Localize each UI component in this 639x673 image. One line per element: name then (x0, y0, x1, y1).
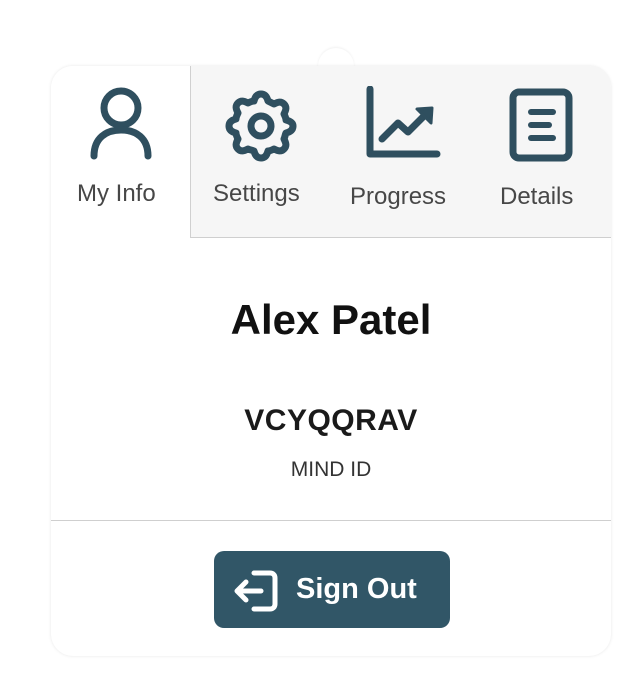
tab-my-info[interactable]: My Info (51, 66, 191, 238)
tab-settings[interactable]: Settings (191, 66, 331, 238)
chart-trend-icon (366, 86, 441, 158)
tab-my-info-label: My Info (77, 180, 156, 207)
user-icon (90, 87, 152, 160)
tab-progress-label: Progress (350, 183, 447, 210)
gear-icon (225, 90, 297, 162)
tab-settings-label: Settings (213, 180, 300, 207)
popover-arrow (318, 48, 354, 68)
tab-details-label: Details (500, 183, 574, 210)
divider (51, 520, 611, 521)
tab-progress[interactable]: Progress (331, 66, 471, 238)
sign-out-button[interactable]: Sign Out (214, 551, 450, 628)
tab-details[interactable]: Details (471, 66, 611, 238)
user-name: Alex Patel (230, 296, 432, 343)
sign-out-label: Sign Out (296, 573, 417, 605)
mind-id-label: MIND ID (290, 458, 372, 481)
sign-out-icon (234, 570, 278, 612)
mind-id-value: VCYQQRAV (244, 404, 418, 437)
tab-bar: My Info Settings Progress Details (51, 66, 611, 238)
profile-popover: My Info Settings Progress Details Alex P… (51, 66, 611, 656)
document-icon (509, 88, 573, 162)
